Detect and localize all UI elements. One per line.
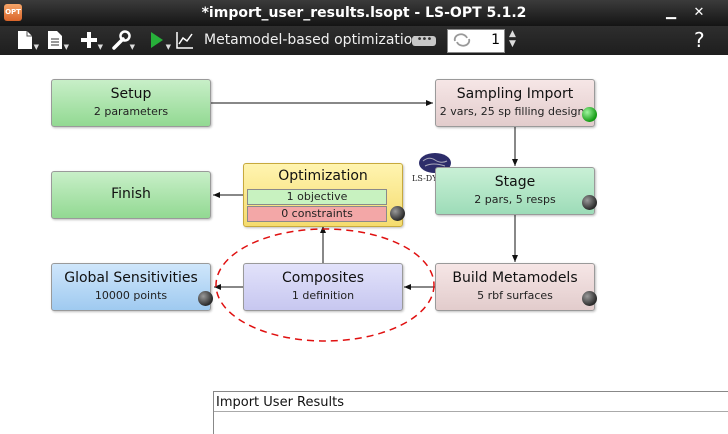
node-stage[interactable]: Stage 2 pars, 5 resps <box>435 167 597 215</box>
close-button[interactable]: ✕ <box>690 4 708 22</box>
node-composites[interactable]: Composites 1 definition <box>243 263 403 311</box>
toolbar: ▼ ▼ ▼ ▼ ▼ Metamodel-based optimization •… <box>0 26 728 55</box>
document-icon[interactable]: ▼ <box>44 29 69 51</box>
node-title: Global Sensitivities <box>64 270 198 286</box>
node-title: Build Metamodels <box>452 270 578 286</box>
node-title: Optimization <box>278 168 368 184</box>
status-pending-icon <box>582 291 597 306</box>
optimization-method-label: Metamodel-based optimization <box>204 32 422 48</box>
node-setup[interactable]: Setup 2 parameters <box>51 79 211 127</box>
constraints-row: 0 constraints <box>247 206 387 222</box>
divider <box>214 411 728 412</box>
new-file-icon[interactable]: ▼ <box>14 29 39 51</box>
workflow-canvas: LS-DYNA Setup 2 parameters Sampling Impo… <box>0 55 728 433</box>
status-ok-icon <box>582 107 597 122</box>
node-title: Sampling Import <box>456 86 574 102</box>
iteration-field[interactable]: 1 <box>447 29 505 53</box>
node-subtitle: 5 rbf surfaces <box>477 289 553 302</box>
iteration-spinner[interactable]: ▲ ▼ <box>509 29 516 49</box>
node-finish[interactable]: Finish <box>51 171 211 219</box>
plot-icon[interactable] <box>174 29 196 51</box>
node-title: Finish <box>111 186 151 202</box>
node-title: Setup <box>110 86 152 102</box>
status-pending-icon <box>582 195 597 210</box>
node-subtitle: 2 vars, 25 sp filling designs <box>439 105 591 118</box>
status-label: Import User Results <box>216 395 344 410</box>
iteration-value: 1 <box>491 32 500 48</box>
title-bar: OPT *import_user_results.lsopt - LS-OPT … <box>0 0 728 26</box>
node-sampling-import[interactable]: Sampling Import 2 vars, 25 sp filling de… <box>435 79 597 127</box>
help-button[interactable]: ? <box>694 28 705 52</box>
minimize-button[interactable]: ▁ <box>662 4 680 22</box>
node-title: Composites <box>281 270 364 286</box>
objective-row: 1 objective <box>247 189 387 205</box>
node-subtitle: 2 parameters <box>93 105 169 118</box>
run-icon[interactable]: ▼ <box>146 29 171 51</box>
status-pending-icon <box>198 291 213 306</box>
window-title: *import_user_results.lsopt - LS-OPT 5.1.… <box>201 5 527 21</box>
node-optimization[interactable]: Optimization 1 objective 0 constraints <box>243 163 405 227</box>
add-icon[interactable]: ▼ <box>78 29 103 51</box>
status-panel: Import User Results <box>213 391 728 434</box>
node-global-sensitivities[interactable]: Global Sensitivities 10000 points <box>51 263 213 311</box>
cycle-icon <box>453 33 471 47</box>
wrench-icon[interactable]: ▼ <box>110 29 135 51</box>
node-subtitle: 1 definition <box>291 289 355 302</box>
node-subtitle: 10000 points <box>94 289 168 302</box>
node-title: Stage <box>494 174 536 190</box>
node-build-metamodels[interactable]: Build Metamodels 5 rbf surfaces <box>435 263 597 311</box>
method-more-button[interactable]: ••• <box>412 35 436 46</box>
node-subtitle: 2 pars, 5 resps <box>474 193 556 206</box>
status-pending-icon <box>390 206 405 221</box>
